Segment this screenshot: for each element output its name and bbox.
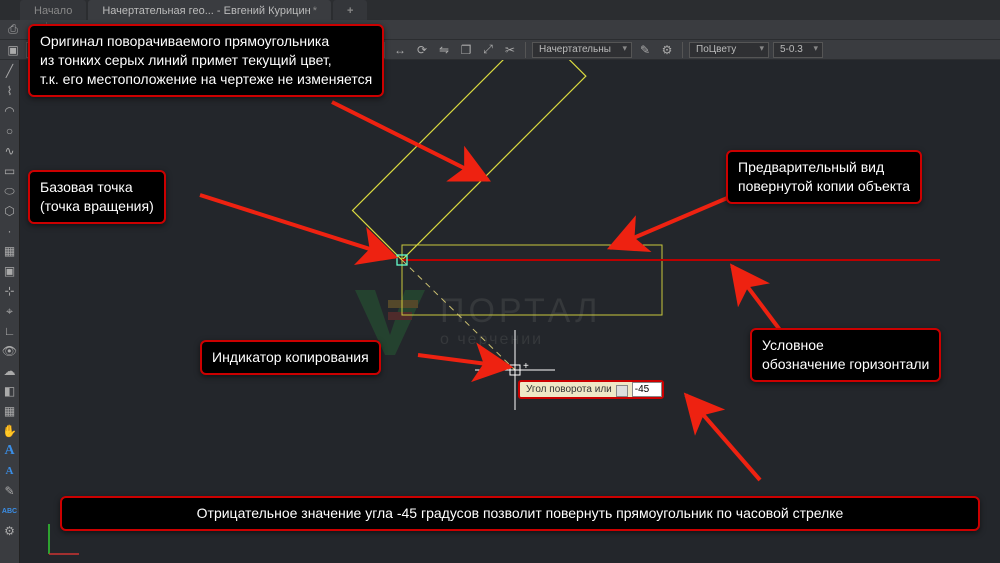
- arc-icon[interactable]: ◠: [1, 102, 19, 120]
- tab-new[interactable]: +: [333, 0, 367, 20]
- angle-input-prompt: Угол поворота или: [518, 380, 664, 399]
- preview-copy-rectangle: [402, 245, 662, 315]
- abc-icon[interactable]: ABC: [1, 502, 19, 520]
- move-icon[interactable]: ↔: [391, 41, 409, 59]
- text-large-icon[interactable]: A: [1, 442, 19, 460]
- snap-icon[interactable]: ⌖: [1, 302, 19, 320]
- scale-icon[interactable]: ⤢: [479, 41, 497, 59]
- callout-copy-indicator: Индикатор копирования: [200, 340, 381, 375]
- mirror-icon[interactable]: ⇋: [435, 41, 453, 59]
- callout-original: Оригинал поворачиваемого прямоугольника …: [28, 24, 384, 97]
- rectangle-icon[interactable]: ▭: [1, 162, 19, 180]
- spline-icon[interactable]: ∿: [1, 142, 19, 160]
- layer-icon[interactable]: ▣: [4, 41, 22, 59]
- angle-input-label: Угол поворота или: [520, 382, 632, 397]
- drawing-svg: +: [20, 60, 1000, 563]
- callout-preview: Предварительный вид повернутой копии объ…: [726, 150, 922, 204]
- block-icon[interactable]: ▣: [1, 262, 19, 280]
- plus-icon: +: [347, 5, 353, 17]
- polygon-icon[interactable]: ⬡: [1, 202, 19, 220]
- ellipse-icon[interactable]: ⬭: [1, 182, 19, 200]
- hatch-icon[interactable]: ▦: [1, 242, 19, 260]
- grid-icon[interactable]: ▦: [1, 402, 19, 420]
- arrow-to-basepoint: [200, 195, 395, 257]
- paint-icon[interactable]: ✎: [636, 41, 654, 59]
- copy-icon[interactable]: ❐: [457, 41, 475, 59]
- modified-star-icon: *: [313, 5, 317, 17]
- document-tabs: Начало Начертательная гео... - Евгений К…: [20, 0, 367, 20]
- separator: [682, 42, 683, 58]
- textstyle-label: Начертательны: [539, 44, 611, 55]
- hand-icon[interactable]: ✋: [1, 422, 19, 440]
- trim-icon[interactable]: ✂: [501, 41, 519, 59]
- arrow-to-original: [332, 102, 488, 180]
- text-small-icon[interactable]: A: [1, 462, 19, 480]
- axis-icon[interactable]: ⊹: [1, 282, 19, 300]
- tab-document-label: Начертательная гео... - Евгений Курицин: [102, 5, 310, 17]
- settings-icon[interactable]: ⚙: [1, 522, 19, 540]
- ortho-icon[interactable]: ∟: [1, 322, 19, 340]
- callout-negative-angle: Отрицательное значение угла -45 градусов…: [60, 496, 980, 531]
- arrow-to-angle-input: [686, 395, 760, 480]
- print-icon[interactable]: ⎙: [4, 21, 22, 39]
- arrow-to-copy-indicator: [418, 355, 510, 367]
- cloud-icon[interactable]: ☁: [1, 362, 19, 380]
- cube-icon[interactable]: ◧: [1, 382, 19, 400]
- point-icon[interactable]: ·: [1, 222, 19, 240]
- tab-home[interactable]: Начало: [20, 0, 86, 20]
- gear-icon[interactable]: ⚙: [658, 41, 676, 59]
- textstyle-dropdown[interactable]: Начертательны: [532, 42, 632, 58]
- original-rectangle: [353, 60, 586, 260]
- plotstyle-dropdown[interactable]: ПоЦвету: [689, 42, 769, 58]
- line-icon[interactable]: ╱: [1, 62, 19, 80]
- tab-document[interactable]: Начертательная гео... - Евгений Курицин*: [88, 0, 331, 20]
- left-toolbar: ╱ ⌇ ◠ ○ ∿ ▭ ⬭ ⬡ · ▦ ▣ ⊹ ⌖ ∟ 👁 ☁ ◧ ▦ ✋ A …: [0, 60, 20, 563]
- ucs-icon: [44, 519, 84, 559]
- svg-text:+: +: [523, 361, 529, 372]
- callout-horizontal: Условное обозначение горизонтали: [750, 328, 941, 382]
- lineweight-dropdown[interactable]: 5-0.3: [773, 42, 823, 58]
- paint2-icon[interactable]: ✎: [1, 482, 19, 500]
- callout-basepoint: Базовая точка (точка вращения): [28, 170, 166, 224]
- eye-icon[interactable]: 👁: [1, 342, 19, 360]
- circle-icon[interactable]: ○: [1, 122, 19, 140]
- angle-input-field[interactable]: [632, 382, 662, 397]
- rotate-icon[interactable]: ⟳: [413, 41, 431, 59]
- plotstyle-label: ПоЦвету: [696, 44, 736, 55]
- polyline-icon[interactable]: ⌇: [1, 82, 19, 100]
- lineweight-label: 5-0.3: [780, 44, 803, 55]
- drawing-canvas[interactable]: ПОРТАЛ о черчении: [20, 60, 1000, 563]
- arrow-to-horizontal: [732, 266, 780, 330]
- separator: [525, 42, 526, 58]
- separator: [384, 42, 385, 58]
